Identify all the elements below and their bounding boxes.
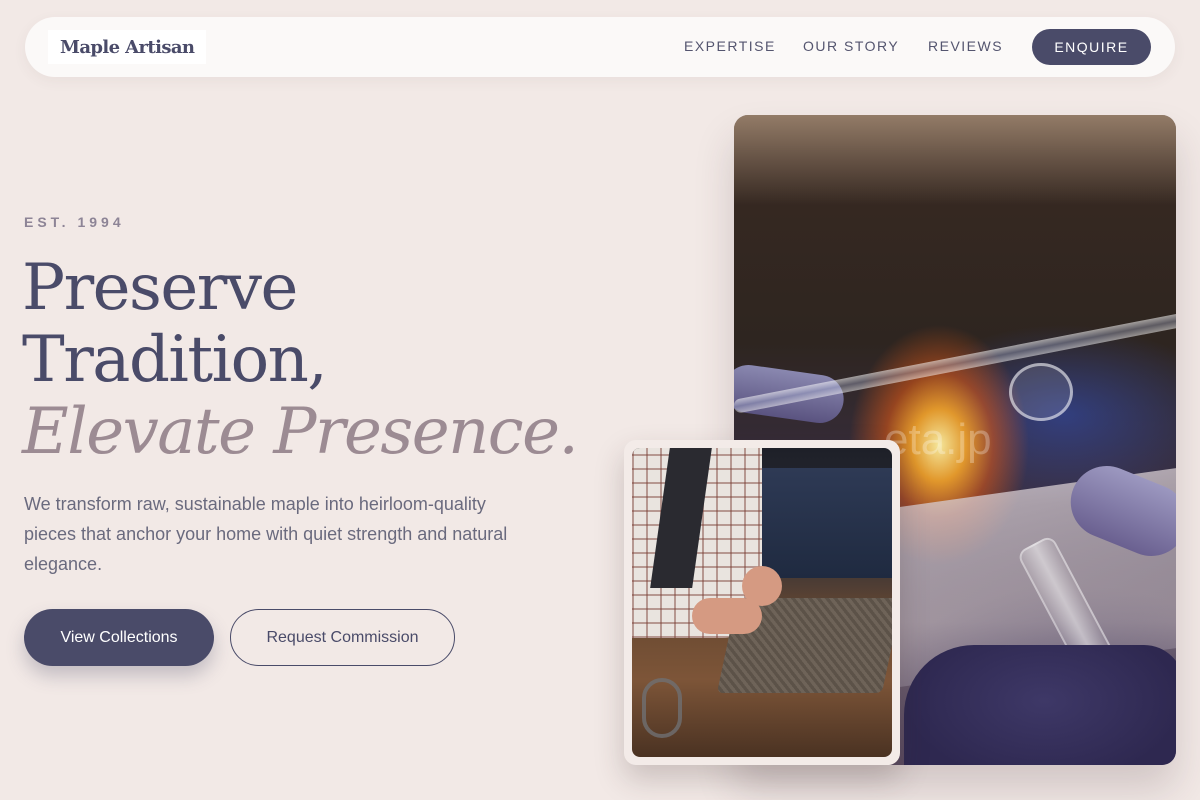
nav-link-our-story[interactable]: OUR STORY xyxy=(803,38,899,54)
request-commission-button[interactable]: Request Commission xyxy=(230,609,455,666)
photo-shelf xyxy=(752,468,892,578)
photo-hand-right xyxy=(742,566,782,606)
photo-glove xyxy=(904,645,1176,765)
tailoring-photo xyxy=(632,448,892,757)
photo-chain xyxy=(642,678,682,738)
nav-link-expertise[interactable]: EXPERTISE xyxy=(684,38,776,54)
brand-logo[interactable]: Maple Artisan xyxy=(48,30,207,64)
photo-glass-bulb xyxy=(1009,363,1073,421)
view-collections-button[interactable]: View Collections xyxy=(24,609,214,666)
enquire-button[interactable]: ENQUIRE xyxy=(1032,29,1151,65)
tailoring-photo-card xyxy=(624,440,900,765)
headline-line-2: Tradition, xyxy=(22,323,328,397)
photo-window-light xyxy=(734,115,1176,205)
landing-page: Maple Artisan EXPERTISE OUR STORY REVIEW… xyxy=(0,0,1200,800)
hero-headline: Preserve Tradition, Elevate Presence. xyxy=(22,252,642,468)
photo-glass-tube xyxy=(734,310,1176,414)
hero-description: We transform raw, sustainable maple into… xyxy=(24,494,508,574)
headline-line-1: Preserve xyxy=(22,251,298,325)
established-eyebrow: EST. 1994 xyxy=(24,214,125,230)
nav-link-reviews[interactable]: REVIEWS xyxy=(928,38,1003,54)
top-navigation: Maple Artisan EXPERTISE OUR STORY REVIEW… xyxy=(25,17,1175,77)
headline-line-3: Elevate Presence. xyxy=(22,395,579,469)
photo-watermark: eta.jp xyxy=(884,415,992,464)
